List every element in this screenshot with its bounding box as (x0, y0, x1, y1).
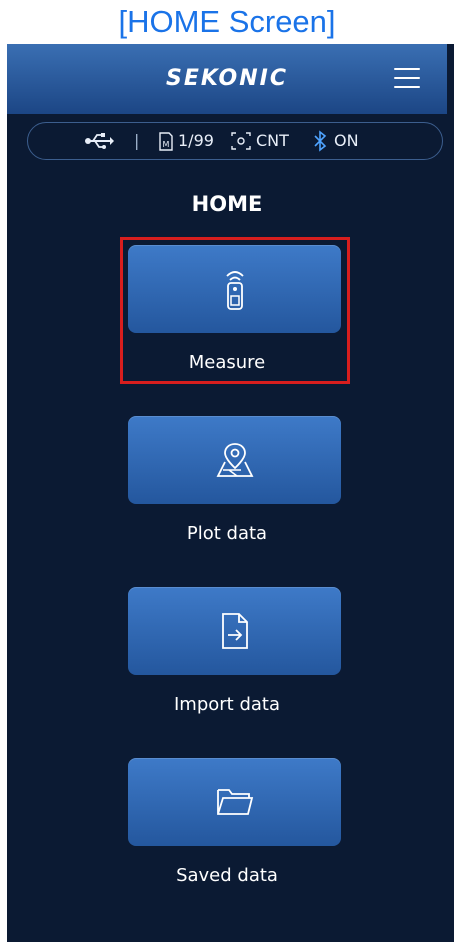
bluetooth-icon (312, 123, 328, 159)
map-pin-icon (216, 443, 253, 477)
measure-button[interactable] (128, 245, 341, 333)
mode-text: CNT (256, 131, 289, 150)
hamburger-menu-icon[interactable] (394, 68, 420, 88)
page-title: HOME (191, 192, 263, 216)
app-screen: SEKONIC | M 1/99 CNT ON HOME Measure Plo… (7, 44, 454, 942)
import-data-button[interactable] (128, 587, 341, 675)
folder-icon (216, 789, 253, 815)
usb-icon (84, 123, 114, 159)
measure-label: Measure (188, 352, 266, 373)
focus-icon (230, 123, 252, 159)
plot-data-label: Plot data (186, 523, 268, 544)
divider: | (134, 131, 140, 150)
meter-remote-icon (225, 271, 244, 310)
bluetooth-status: ON (334, 131, 359, 150)
saved-data-label: Saved data (176, 865, 278, 886)
brand-logo: SEKONIC (166, 66, 288, 91)
top-bar: SEKONIC (7, 44, 447, 114)
memory-card-icon: M (158, 123, 174, 159)
svg-text:M: M (163, 140, 170, 149)
status-bar: | M 1/99 CNT ON (27, 122, 443, 160)
plot-data-button[interactable] (128, 416, 341, 504)
memory-count: 1/99 (178, 131, 214, 150)
saved-data-button[interactable] (128, 758, 341, 846)
import-data-label: Import data (173, 694, 280, 715)
file-import-icon (221, 613, 248, 649)
screenshot-caption: [HOME Screen] (118, 4, 336, 39)
